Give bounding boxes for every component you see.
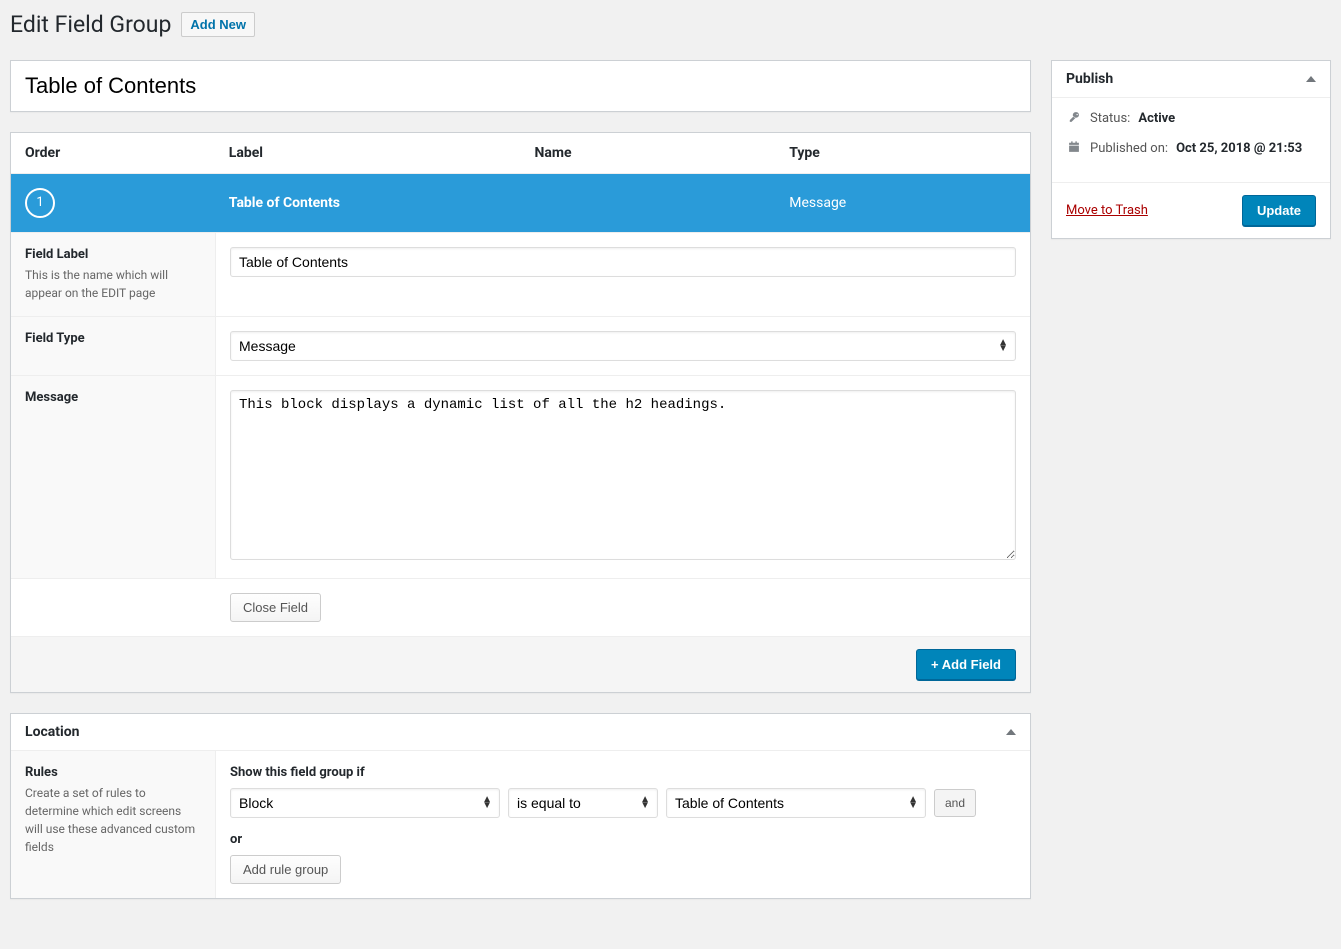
or-label: or	[230, 832, 1016, 847]
add-rule-group-button[interactable]: Add rule group	[230, 855, 341, 884]
title-box	[10, 60, 1031, 112]
field-type-heading: Field Type	[25, 331, 201, 346]
field-row[interactable]: 1 Table of Contents Message	[11, 173, 1030, 232]
publish-box: Publish Status: Active Published on: Oct	[1051, 60, 1331, 239]
status-label: Status:	[1090, 111, 1130, 126]
field-name-cell	[520, 173, 775, 232]
location-box: Location Rules Create a set of rules to …	[10, 713, 1031, 899]
col-name: Name	[520, 133, 775, 174]
field-label-desc: This is the name which will appear on th…	[25, 266, 201, 302]
field-type-select[interactable]: Message	[230, 331, 1016, 361]
group-title-input[interactable]	[11, 61, 1030, 111]
close-field-button[interactable]: Close Field	[230, 593, 321, 622]
location-title: Location	[25, 724, 79, 740]
page-title: Edit Field Group	[10, 10, 171, 40]
publish-title: Publish	[1066, 71, 1113, 87]
status-value: Active	[1138, 111, 1175, 126]
field-label-cell: Table of Contents	[215, 173, 521, 232]
field-label-input[interactable]	[230, 247, 1016, 277]
rules-heading: Rules	[25, 765, 58, 780]
rule-param-select[interactable]: Block	[230, 788, 500, 818]
collapse-icon[interactable]	[1006, 729, 1016, 735]
col-order: Order	[11, 133, 215, 174]
col-label: Label	[215, 133, 521, 174]
field-type-cell: Message	[775, 173, 1030, 232]
rule-op-select[interactable]: is equal to	[508, 788, 658, 818]
update-button[interactable]: Update	[1242, 195, 1316, 226]
move-to-trash-link[interactable]: Move to Trash	[1066, 203, 1148, 218]
add-field-button[interactable]: + Add Field	[916, 649, 1016, 680]
and-button[interactable]: and	[934, 789, 976, 817]
message-heading: Message	[25, 390, 201, 405]
key-icon	[1066, 110, 1082, 128]
calendar-icon	[1066, 140, 1082, 158]
rules-intro: Show this field group if	[230, 765, 1016, 780]
rules-desc: Create a set of rules to determine which…	[25, 784, 201, 856]
col-type: Type	[775, 133, 1030, 174]
fields-box: Order Label Name Type 1 Table of Content…	[10, 132, 1031, 693]
rule-value-select[interactable]: Table of Contents	[666, 788, 926, 818]
pub-date: Oct 25, 2018 @ 21:53	[1176, 141, 1302, 156]
add-new-button[interactable]: Add New	[181, 12, 255, 37]
collapse-icon[interactable]	[1306, 76, 1316, 82]
order-badge: 1	[25, 188, 55, 218]
message-textarea[interactable]: This block displays a dynamic list of al…	[230, 390, 1016, 560]
field-label-heading: Field Label	[25, 247, 201, 262]
pub-label: Published on:	[1090, 141, 1168, 156]
